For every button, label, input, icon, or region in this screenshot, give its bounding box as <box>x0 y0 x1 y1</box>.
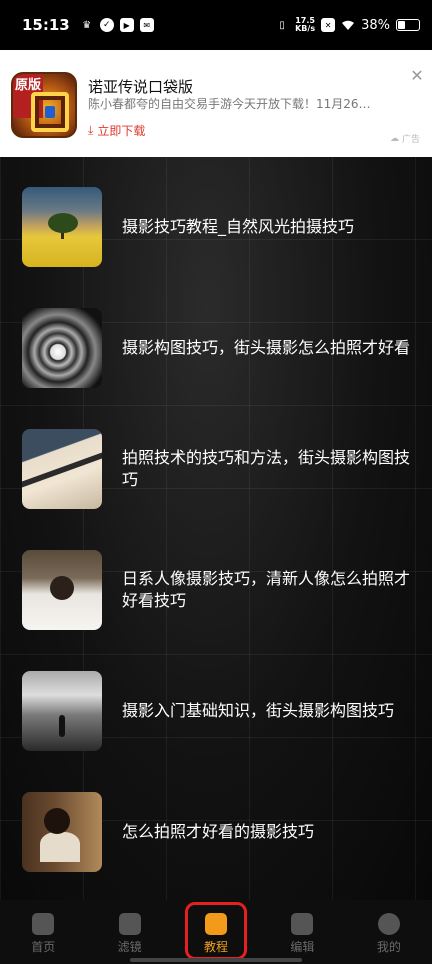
crop-icon <box>291 913 314 935</box>
ad-download-label: 立即下载 <box>97 124 146 138</box>
article-title[interactable]: 日系人像摄影技巧，清新人像怎么拍照才好看技巧 <box>122 568 410 612</box>
article-title[interactable]: 摄影技巧教程_自然风光拍摄技巧 <box>122 216 410 238</box>
ad-mark-label: 广告 <box>401 135 420 145</box>
network-speed: 17.5 KB/s <box>295 17 315 33</box>
article-thumbnail[interactable] <box>22 671 102 751</box>
ad-title[interactable]: 诺亚传说口袋版 <box>88 76 193 97</box>
ad-app-icon[interactable]: 原版 <box>11 72 77 138</box>
check-icon: ✓ <box>99 18 114 32</box>
ad-mark: ☁ 广告 <box>389 132 420 146</box>
bottom-nav: 首页 滤镜 教程 编辑 我的 <box>0 900 432 964</box>
play-icon: ▶ <box>119 18 134 32</box>
nav-item-profile[interactable]: 我的 <box>346 900 432 964</box>
list-item[interactable]: 摄影构图技巧，街头摄影怎么拍照才好看 <box>22 308 412 388</box>
profile-icon <box>377 913 400 935</box>
nav-item-edit[interactable]: 编辑 <box>259 900 345 964</box>
ad-banner[interactable]: 原版 诺亚传说口袋版 陈小春都夸的自由交易手游今天开放下载！11月26… ⤓ 立… <box>0 50 432 157</box>
message-icon: ✉ <box>139 18 154 32</box>
tutorial-list[interactable]: 摄影技巧教程_自然风光拍摄技巧 摄影构图技巧，街头摄影怎么拍照才好看 拍照技术的… <box>0 157 432 900</box>
network-speed-unit: KB/s <box>295 24 316 33</box>
no-sim-icon: ✕ <box>321 18 336 32</box>
list-item[interactable]: 摄影技巧教程_自然风光拍摄技巧 <box>22 187 412 267</box>
ad-download-button[interactable]: ⤓ 立即下载 <box>88 122 145 139</box>
wifi-icon <box>341 18 355 32</box>
article-thumbnail[interactable] <box>22 187 102 267</box>
download-icon: ⤓ <box>88 123 94 137</box>
ad-cloud-icon: ☁ <box>389 133 399 144</box>
article-thumbnail[interactable] <box>22 308 102 388</box>
nav-label: 编辑 <box>290 940 315 954</box>
battery-percent: 38% <box>361 17 390 33</box>
article-title[interactable]: 怎么拍照才好看的摄影技巧 <box>122 821 410 843</box>
vibrate-icon: ▯ <box>279 19 285 31</box>
nav-label: 滤镜 <box>117 940 142 954</box>
article-title[interactable]: 摄影构图技巧，街头摄影怎么拍照才好看 <box>122 337 410 359</box>
list-item[interactable]: 日系人像摄影技巧，清新人像怎么拍照才好看技巧 <box>22 550 412 630</box>
crown-icon: ♛ <box>82 19 92 31</box>
article-title[interactable]: 摄影入门基础知识，街头摄影构图技巧 <box>122 700 410 722</box>
home-indicator[interactable] <box>130 958 302 962</box>
ad-description: 陈小春都夸的自由交易手游今天开放下载！11月26… <box>88 97 371 111</box>
status-bar: 15:13 ♛ ✓ ▶ ✉ ▯ 17.5 KB/s ✕ 38% <box>0 0 432 50</box>
magic-wand-icon <box>118 913 141 935</box>
article-thumbnail[interactable] <box>22 550 102 630</box>
status-right: ▯ 17.5 KB/s ✕ 38% <box>275 17 420 33</box>
article-thumbnail[interactable] <box>22 792 102 872</box>
nav-item-filters[interactable]: 滤镜 <box>86 900 172 964</box>
article-thumbnail[interactable] <box>22 429 102 509</box>
nav-label: 我的 <box>376 940 401 954</box>
list-item[interactable]: 怎么拍照才好看的摄影技巧 <box>22 792 412 872</box>
ad-close-icon[interactable]: ✕ <box>408 66 426 85</box>
active-tab-highlight <box>185 902 247 960</box>
status-time: 15:13 <box>22 16 70 34</box>
home-icon <box>32 913 55 935</box>
battery-icon <box>396 19 420 31</box>
list-item[interactable]: 摄影入门基础知识，街头摄影构图技巧 <box>22 671 412 751</box>
ad-app-logo <box>31 92 69 132</box>
nav-label: 首页 <box>31 940 56 954</box>
status-left: 15:13 ♛ ✓ ▶ ✉ <box>22 16 154 34</box>
nav-item-home[interactable]: 首页 <box>0 900 86 964</box>
list-item[interactable]: 拍照技术的技巧和方法，街头摄影构图技巧 <box>22 429 412 509</box>
article-title[interactable]: 拍照技术的技巧和方法，街头摄影构图技巧 <box>122 447 410 491</box>
